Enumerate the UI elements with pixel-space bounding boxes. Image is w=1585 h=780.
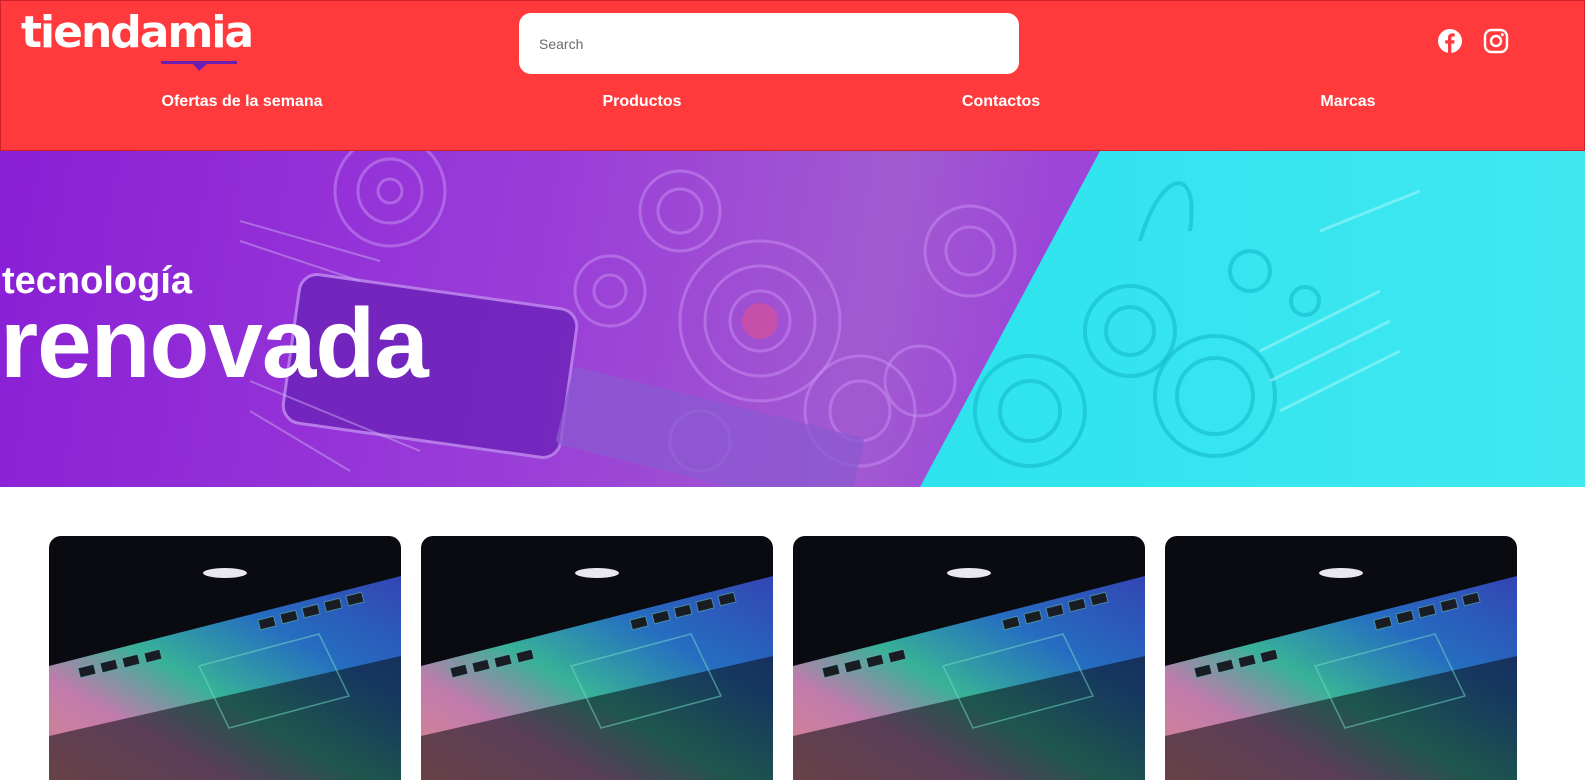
product-card[interactable] (1165, 536, 1517, 780)
facebook-icon[interactable] (1437, 28, 1463, 54)
laptop-keyboard-image (421, 568, 773, 780)
nav-ofertas[interactable]: Ofertas de la semana (162, 93, 323, 111)
hero-banner[interactable]: tecnología renovada (0, 151, 1585, 487)
product-card[interactable] (49, 536, 401, 780)
laptop-keyboard-image (49, 568, 401, 780)
laptop-keyboard-image (793, 568, 1145, 780)
logo-smile-icon (161, 61, 237, 71)
product-grid (0, 536, 1585, 780)
search-input[interactable] (519, 13, 1019, 74)
product-card[interactable] (421, 536, 773, 780)
main-nav: Ofertas de la semana Productos Contactos… (1, 93, 1585, 115)
tiendamia-logo[interactable]: tiendamia (21, 7, 254, 73)
laptop-keyboard-image (1165, 568, 1517, 780)
logo-text: tiendamia (21, 7, 254, 58)
site-header: tiendamia Ofertas de la semana Productos… (0, 0, 1585, 151)
nav-contactos[interactable]: Contactos (962, 93, 1040, 111)
banner-title-large: renovada (0, 288, 429, 398)
product-card[interactable] (793, 536, 1145, 780)
nav-marcas[interactable]: Marcas (1320, 93, 1375, 111)
nav-productos[interactable]: Productos (602, 93, 681, 111)
instagram-icon[interactable] (1483, 28, 1509, 54)
